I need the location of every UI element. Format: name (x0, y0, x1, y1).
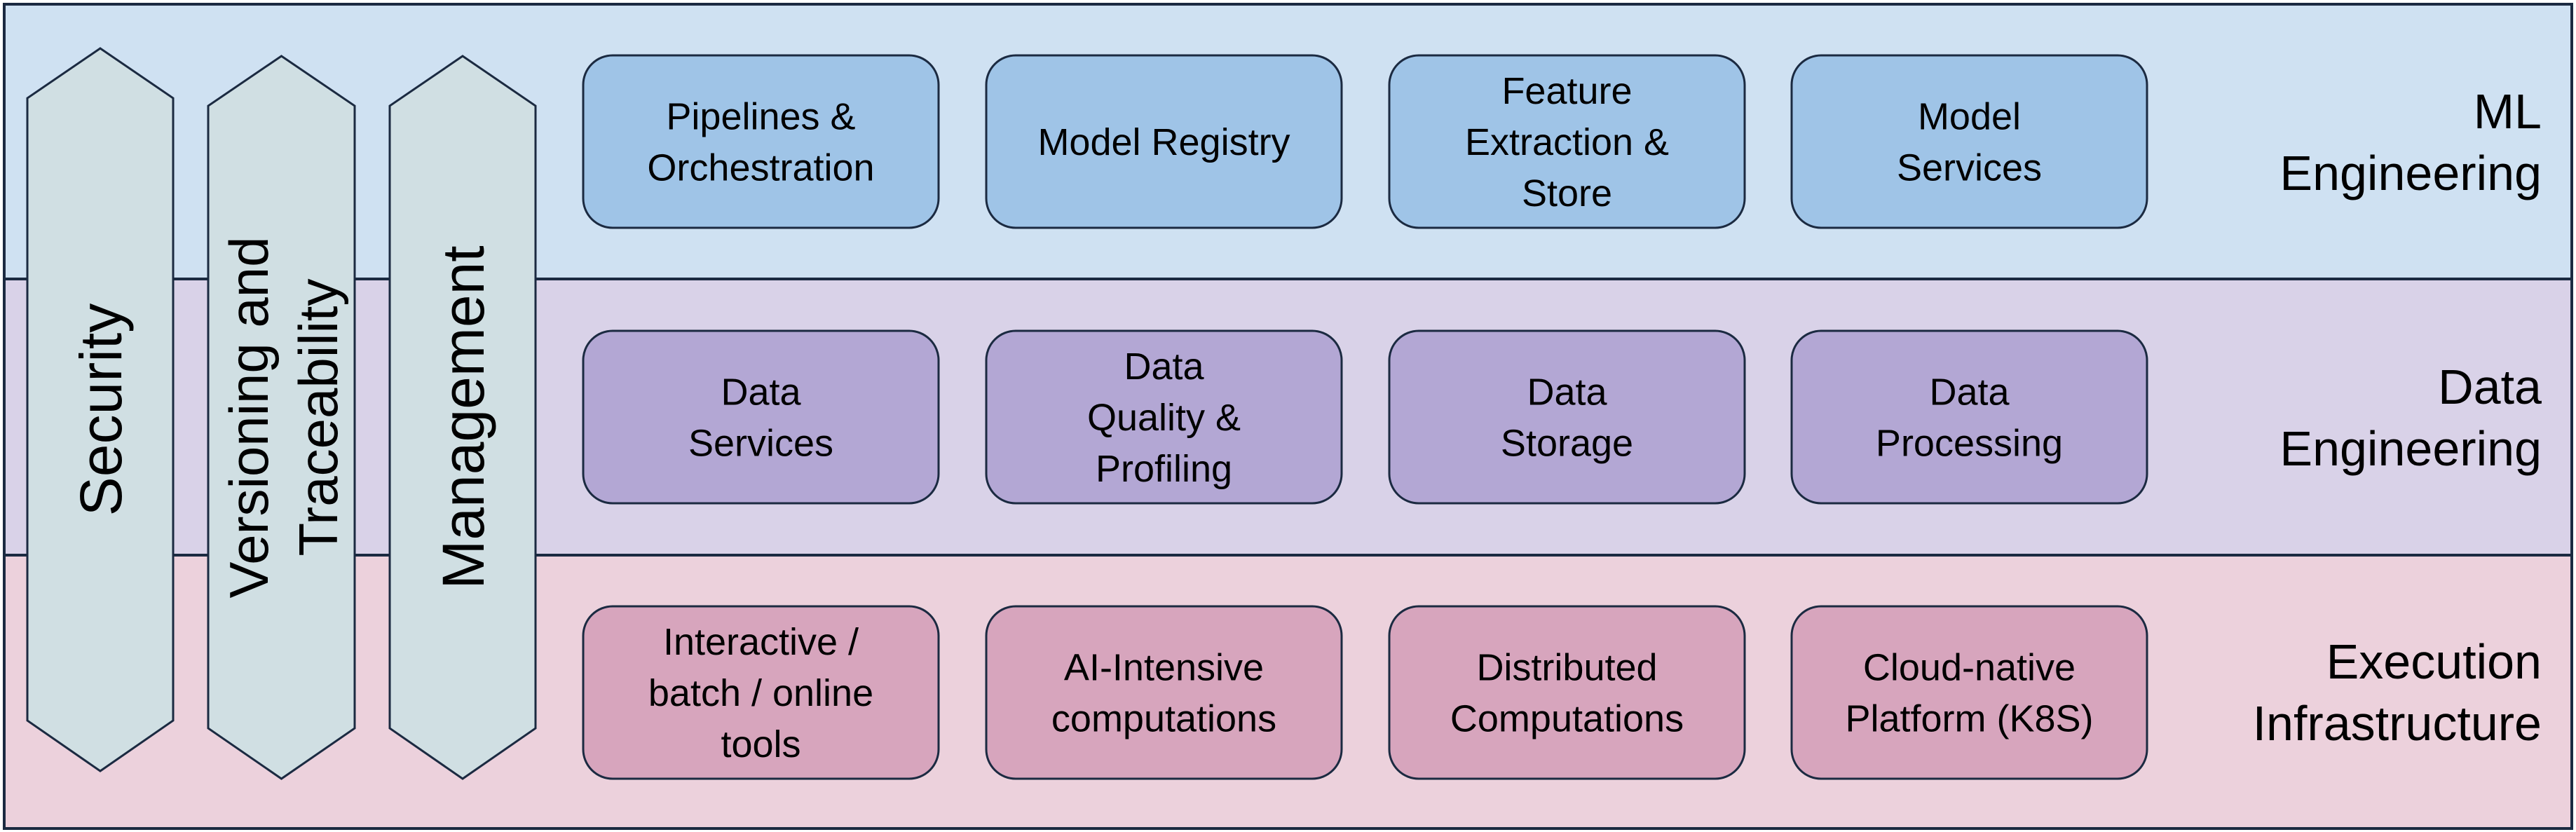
pillar-label-line: Management (430, 245, 496, 589)
component-label-line: Orchestration (647, 147, 874, 189)
component-data-processing: Data Processing (1790, 329, 2148, 505)
component-pipelines-orchestration: Pipelines & Orchestration (582, 54, 940, 229)
layer-label-line: Infrastructure (2253, 696, 2542, 751)
component-data-storage: Data Storage (1388, 329, 1746, 505)
pillar-versioning-and-traceability: Versioning and Traceability (207, 55, 356, 780)
component-label-line: Data (1929, 371, 2010, 414)
component-ai-intensive-computations: AI-Intensive computations (985, 605, 1343, 780)
ml-platform-architecture-diagram: Pipelines & Orchestration Model Registry Fe… (3, 3, 2573, 830)
pillar-label-line: Versioning and (218, 236, 280, 598)
component-label-line: Pipelines & (666, 96, 855, 138)
component-label-line: Data (721, 371, 801, 414)
layer-label-line: Execution (2326, 634, 2542, 689)
component-label-line: batch / online (648, 672, 873, 714)
component-label-line: Model Registry (1037, 121, 1290, 163)
component-label-line: Quality & (1087, 397, 1241, 439)
layer-label-line: Engineering (2279, 421, 2542, 476)
pillar-security: Security (26, 47, 175, 772)
layer-label-line: Engineering (2279, 146, 2542, 200)
component-label-line: Services (688, 423, 833, 465)
component-data-services: Data Services (582, 329, 940, 505)
pillar-label: Management (430, 245, 496, 589)
component-label-line: Platform (K8S) (1845, 698, 2093, 740)
component-box (1388, 329, 1746, 505)
component-label-line: tools (721, 723, 800, 765)
layer-label-line: ML (2474, 84, 2542, 139)
component-distributed-computations: Distributed Computations (1388, 605, 1746, 780)
component-interactive-batch-online-tools: Interactive / batch / online tools (582, 605, 940, 780)
component-label-line: Store (1522, 172, 1612, 214)
pillar-label: Security (68, 304, 134, 516)
component-label-line: Services (1897, 147, 2042, 189)
component-box (1790, 54, 2148, 229)
component-label-line: Data (1527, 371, 1607, 414)
component-label-line: Model (1918, 96, 2021, 138)
component-box (1790, 605, 2148, 780)
component-box (1790, 329, 2148, 505)
component-label-line: Processing (1876, 423, 2063, 465)
pillar-label-line: Security (68, 304, 134, 516)
component-label-line: AI-Intensive (1064, 647, 1264, 689)
component-model-services: Model Services (1790, 54, 2148, 229)
component-box (582, 54, 940, 229)
component-label-line: Interactive / (663, 621, 859, 663)
component-data-quality-profiling: Data Quality & Profiling (985, 329, 1343, 505)
component-box (985, 605, 1343, 780)
component-label-line: Distributed (1476, 647, 1657, 689)
component-model-registry: Model Registry (985, 54, 1343, 229)
component-box (1388, 605, 1746, 780)
layer-label-line: Data (2438, 360, 2542, 414)
component-box (582, 329, 940, 505)
component-cloud-native-platform-k8s: Cloud-native Platform (K8S) (1790, 605, 2148, 780)
cross-cutting-pillars: Security Versioning and Traceability Manage… (26, 47, 537, 780)
component-label-line: computations (1051, 698, 1276, 740)
component-label-line: Storage (1501, 423, 1633, 465)
component-label-line: Feature (1501, 70, 1632, 112)
pillar-label-line: Traceability (287, 279, 349, 557)
component-feature-extraction-store: Feature Extraction & Store (1388, 54, 1746, 229)
component-label-line: Data (1124, 346, 1204, 388)
component-label-line: Cloud-native (1863, 647, 2076, 689)
component-label-line: Profiling (1096, 448, 1232, 490)
pillar-management: Management (388, 55, 537, 780)
component-label-line: Extraction & (1465, 121, 1669, 163)
component-label-line: Computations (1450, 698, 1684, 740)
